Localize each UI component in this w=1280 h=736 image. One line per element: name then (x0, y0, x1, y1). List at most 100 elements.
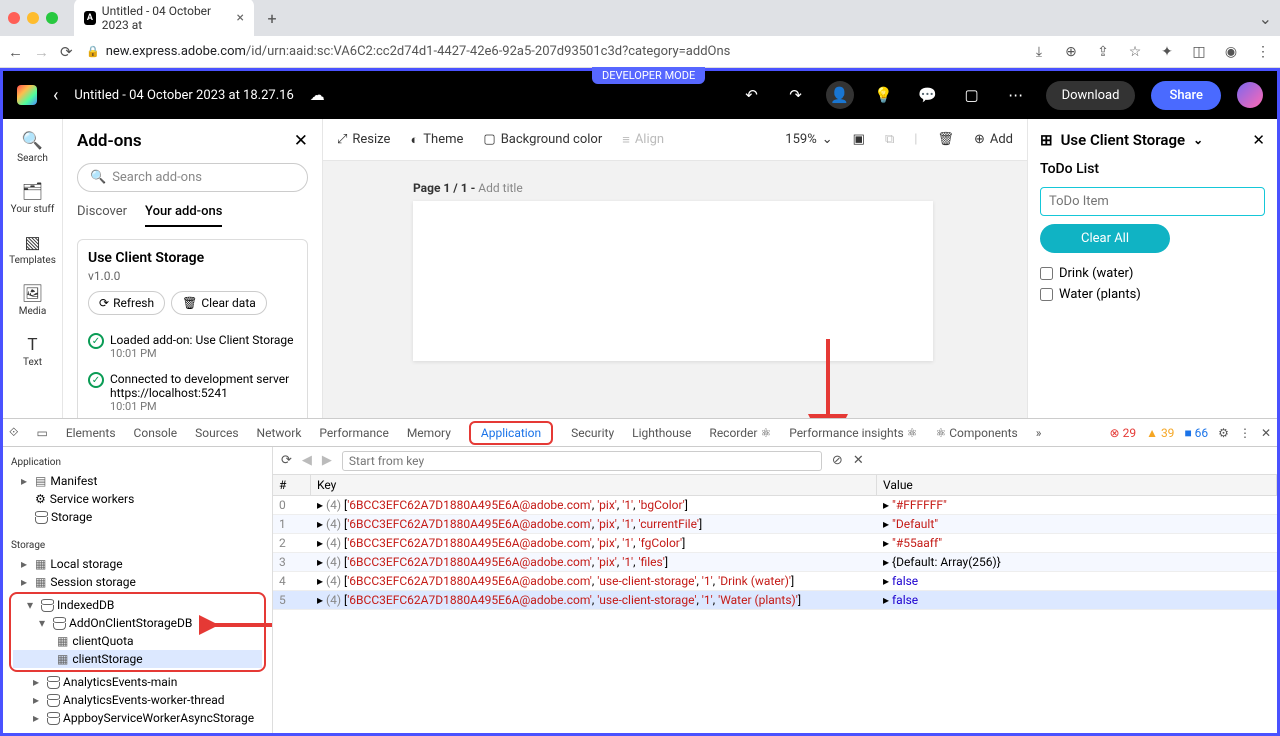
tab-perf-insights[interactable]: Performance insights ⚛ (789, 426, 917, 440)
chevron-down-icon[interactable]: ⌄ (1193, 133, 1203, 147)
duplicate-icon[interactable]: ⧉ (885, 132, 894, 147)
document-title[interactable]: Untitled - 04 October 2023 at 18.27.16 (74, 88, 293, 103)
rail-templates[interactable]: ▧Templates (9, 233, 56, 266)
tab-recorder[interactable]: Recorder ⚛ (709, 426, 771, 440)
clear-icon[interactable]: ⊘ (832, 453, 843, 468)
clear-data-button[interactable]: 🗑Clear data (171, 291, 267, 315)
sidebar-item-session-storage[interactable]: ▸Session storage (7, 573, 268, 591)
idea-icon[interactable]: 💡 (870, 81, 898, 109)
new-tab-button[interactable]: + (262, 8, 282, 28)
warning-badge[interactable]: ▲ 39 (1146, 426, 1174, 440)
menu-icon[interactable]: ⋮ (1239, 426, 1251, 440)
close-tab-icon[interactable]: × (237, 10, 244, 26)
todo-input[interactable] (1040, 187, 1265, 216)
tab-application[interactable]: Application (469, 421, 553, 445)
canvas-page[interactable] (413, 201, 933, 361)
tab-lighthouse[interactable]: Lighthouse (632, 426, 691, 440)
next-icon[interactable]: ▶ (322, 453, 332, 468)
sidebar-item-analytics-worker[interactable]: ▸AnalyticsEvents-worker-thread (7, 691, 268, 709)
theme-button[interactable]: ◐Theme (410, 132, 463, 148)
zoom-icon[interactable]: ⊕ (1062, 44, 1080, 60)
sidebar-item-manifest[interactable]: ▸Manifest (7, 472, 268, 490)
chevron-down-icon[interactable]: ⌄ (1259, 9, 1272, 28)
rail-search[interactable]: 🔍Search (17, 131, 48, 164)
refresh-button[interactable]: ⟳Refresh (88, 291, 165, 315)
invite-icon[interactable]: 👤 (826, 81, 854, 109)
table-row[interactable]: 0▸ (4) ['6BCC3EFC62A7D1880A495E6A@adobe.… (273, 496, 1277, 515)
layers-icon[interactable]: ▣ (853, 132, 865, 147)
minimize-window-icon[interactable] (27, 12, 39, 24)
share-icon[interactable]: ⇪ (1094, 44, 1112, 60)
present-icon[interactable]: ▢ (958, 81, 986, 109)
table-row[interactable]: 4▸ (4) ['6BCC3EFC62A7D1880A495E6A@adobe.… (273, 572, 1277, 591)
tab-memory[interactable]: Memory (407, 426, 451, 440)
close-icon[interactable]: ✕ (1261, 426, 1271, 440)
download-button[interactable]: Download (1046, 81, 1136, 110)
todo-checkbox[interactable] (1040, 288, 1053, 301)
gear-icon[interactable]: ⚙ (1218, 426, 1229, 440)
close-icon[interactable]: ✕ (294, 131, 308, 151)
tab-sources[interactable]: Sources (195, 426, 238, 440)
addons-search[interactable]: 🔍 Search add-ons (77, 163, 308, 192)
sidebar-item-indexeddb[interactable]: ▾IndexedDB (13, 596, 262, 614)
maximize-window-icon[interactable] (46, 12, 58, 24)
inspect-icon[interactable]: ⟐ (9, 425, 18, 440)
sidepanel-icon[interactable]: ◫ (1190, 44, 1208, 60)
tab-performance[interactable]: Performance (319, 426, 388, 440)
close-window-icon[interactable] (8, 12, 20, 24)
info-badge[interactable]: ■ 66 (1184, 426, 1208, 440)
close-icon[interactable]: ✕ (1252, 131, 1265, 149)
sidebar-item-analytics-main[interactable]: ▸AnalyticsEvents-main (7, 673, 268, 691)
address-bar[interactable]: 🔒 new.express.adobe.com/id/urn:aaid:sc:V… (86, 44, 1020, 59)
clear-all-button[interactable]: Clear All (1040, 224, 1170, 253)
todo-checkbox[interactable] (1040, 267, 1053, 280)
rail-media[interactable]: 🖼Media (19, 284, 47, 317)
comment-icon[interactable]: 💬 (914, 81, 942, 109)
extensions-icon[interactable]: ✦ (1158, 44, 1176, 60)
device-icon[interactable]: ▭ (36, 426, 47, 440)
sidebar-item-local-storage[interactable]: ▸Local storage (7, 555, 268, 573)
install-icon[interactable]: ⤓ (1030, 44, 1048, 60)
zoom-control[interactable]: 159% ⌄ (785, 132, 832, 147)
close-icon[interactable]: ✕ (853, 453, 864, 468)
tab-security[interactable]: Security (571, 426, 614, 440)
add-button[interactable]: ⊕Add (974, 132, 1013, 147)
sidebar-item-storage[interactable]: Storage (7, 508, 268, 526)
tab-your-addons[interactable]: Your add-ons (145, 204, 222, 227)
reload-icon[interactable]: ⟳ (60, 43, 76, 61)
back-icon[interactable]: ‹ (53, 85, 58, 106)
adobe-express-logo-icon[interactable] (17, 85, 37, 105)
table-row[interactable]: 3▸ (4) ['6BCC3EFC62A7D1880A495E6A@adobe.… (273, 553, 1277, 572)
resize-button[interactable]: ⤢Resize (337, 132, 390, 147)
refresh-icon[interactable]: ⟳ (281, 453, 292, 468)
profile-icon[interactable]: ◉ (1222, 44, 1240, 60)
tab-discover[interactable]: Discover (77, 204, 127, 227)
bookmark-icon[interactable]: ☆ (1126, 44, 1144, 60)
back-icon[interactable]: ← (8, 43, 24, 61)
tab-console[interactable]: Console (134, 426, 178, 440)
menu-icon[interactable]: ⋮ (1254, 44, 1272, 60)
add-title-link[interactable]: Add title (478, 181, 522, 195)
avatar[interactable] (1237, 82, 1263, 108)
share-button[interactable]: Share (1151, 81, 1221, 110)
sidebar-item-clientstorage[interactable]: clientStorage (13, 650, 262, 668)
table-row[interactable]: 2▸ (4) ['6BCC3EFC62A7D1880A495E6A@adobe.… (273, 534, 1277, 553)
rail-text[interactable]: TText (23, 335, 42, 368)
tab-elements[interactable]: Elements (66, 426, 116, 440)
rail-yourstuff[interactable]: 🗂Your stuff (11, 182, 55, 215)
prev-icon[interactable]: ◀ (302, 453, 312, 468)
sidebar-item-service-workers[interactable]: ⚙Service workers (7, 490, 268, 508)
tab-components[interactable]: ⚛ Components (935, 426, 1017, 440)
tab-network[interactable]: Network (257, 426, 302, 440)
redo-icon[interactable]: ↷ (782, 81, 810, 109)
trash-icon[interactable]: 🗑 (937, 132, 954, 147)
table-row[interactable]: 5▸ (4) ['6BCC3EFC62A7D1880A495E6A@adobe.… (273, 591, 1277, 610)
cloud-icon[interactable]: ☁ (310, 86, 325, 104)
sidebar-item-appboy[interactable]: ▸AppboyServiceWorkerAsyncStorage (7, 709, 268, 727)
table-row[interactable]: 1▸ (4) ['6BCC3EFC62A7D1880A495E6A@adobe.… (273, 515, 1277, 534)
error-badge[interactable]: ⊗ 29 (1110, 426, 1137, 440)
filter-input[interactable] (342, 451, 822, 471)
undo-icon[interactable]: ↶ (738, 81, 766, 109)
more-tabs-icon[interactable]: » (1036, 426, 1042, 440)
bgcolor-button[interactable]: ▢Background color (483, 132, 602, 147)
